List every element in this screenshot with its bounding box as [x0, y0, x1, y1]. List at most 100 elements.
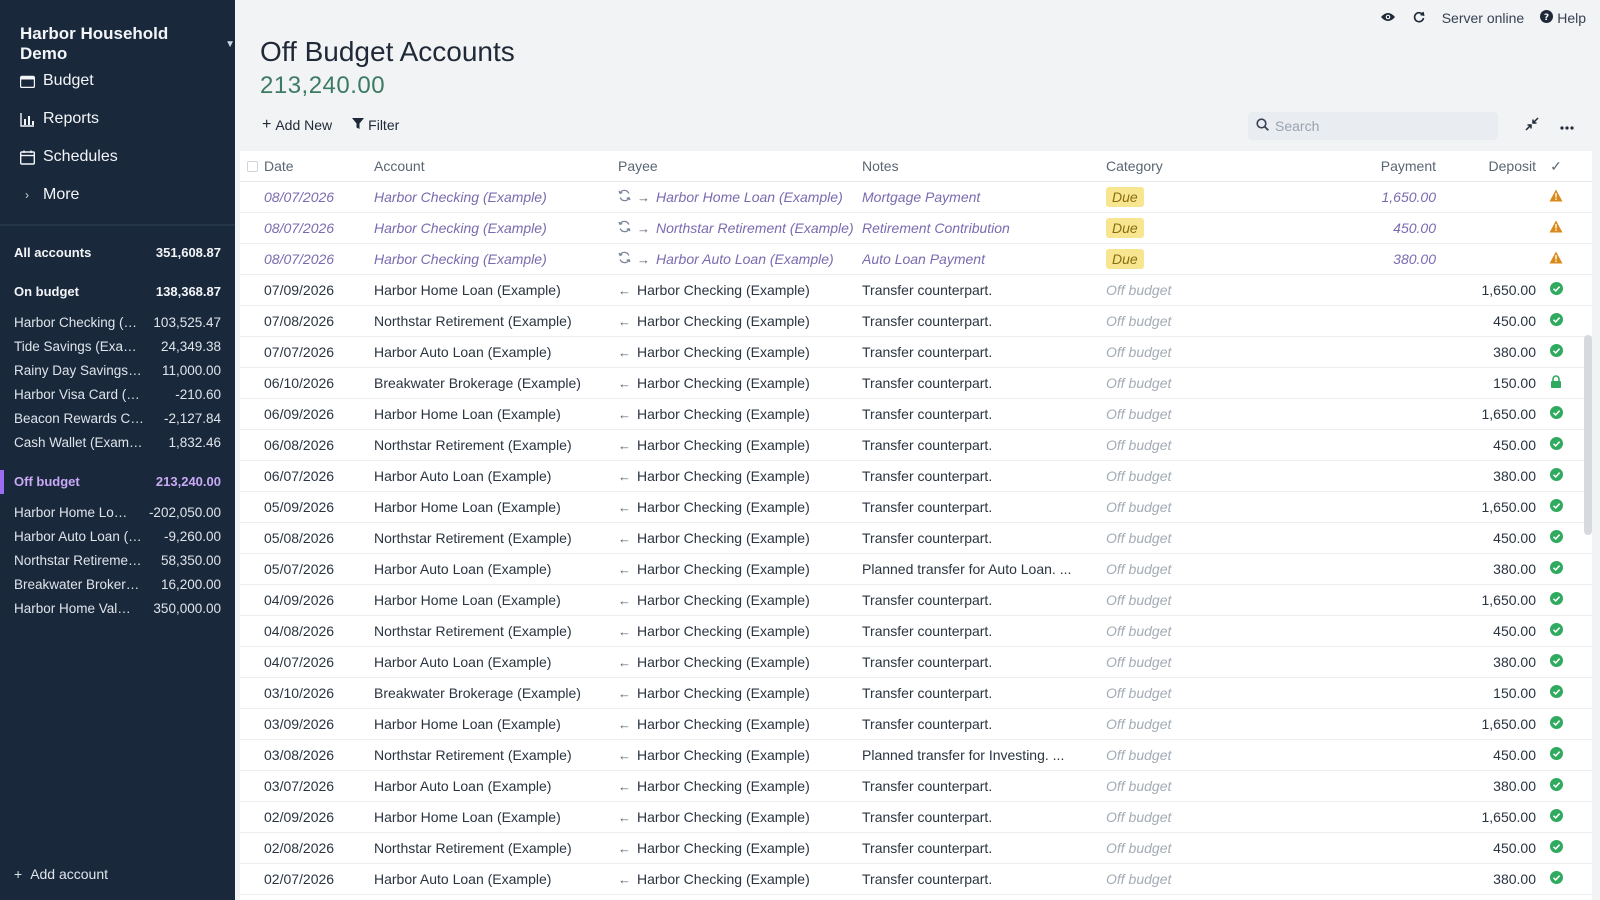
payee-cell[interactable]: ← Harbor Checking (Example) — [618, 561, 862, 577]
table-row[interactable]: 05/09/2026 Harbor Home Loan (Example) ← Har… — [240, 492, 1592, 523]
cleared-cell[interactable] — [1536, 220, 1576, 236]
payee-cell[interactable]: ← Harbor Checking (Example) — [618, 654, 862, 670]
category-cell[interactable]: Off budget — [1106, 344, 1296, 360]
payee-cell[interactable]: ← Harbor Checking (Example) — [618, 437, 862, 453]
deposit-cell[interactable]: 380.00 — [1436, 344, 1536, 360]
account-cell[interactable]: Harbor Home Loan (Example) — [374, 592, 618, 608]
date-cell[interactable]: 06/10/2026 — [264, 375, 374, 391]
date-cell[interactable]: 05/09/2026 — [264, 499, 374, 515]
category-cell[interactable]: Off budget — [1106, 530, 1296, 546]
date-cell[interactable]: 03/08/2026 — [264, 747, 374, 763]
help-button[interactable]: ? Help — [1540, 10, 1586, 26]
payment-cell[interactable]: 380.00 — [1296, 251, 1436, 267]
cleared-cell[interactable] — [1536, 313, 1576, 329]
table-row[interactable]: 05/08/2026 Northstar Retirement (Example)… — [240, 523, 1592, 554]
notes-cell[interactable]: Transfer counterpart. — [862, 313, 1106, 329]
payee-cell[interactable]: → Northstar Retirement (Example) — [618, 220, 862, 236]
cleared-cell[interactable] — [1536, 623, 1576, 639]
table-row[interactable]: 06/10/2026 Breakwater Brokerage (Example)… — [240, 368, 1592, 399]
account-balance-total[interactable]: 213,240.00 — [260, 72, 385, 100]
date-cell[interactable]: 04/09/2026 — [264, 592, 374, 608]
notes-cell[interactable]: Transfer counterpart. — [862, 654, 1106, 670]
cleared-cell[interactable] — [1536, 871, 1576, 887]
date-cell[interactable]: 06/09/2026 — [264, 406, 374, 422]
sidebar-account[interactable]: Harbor Visa Card (Example) -210.60 — [14, 387, 221, 402]
table-row[interactable]: 04/09/2026 Harbor Home Loan (Example) ← Har… — [240, 585, 1592, 616]
date-cell[interactable]: 06/08/2026 — [264, 437, 374, 453]
add-account-button[interactable]: + Add account — [14, 866, 108, 882]
deposit-cell[interactable]: 380.00 — [1436, 778, 1536, 794]
payment-cell[interactable]: 1,650.00 — [1296, 189, 1437, 205]
all-accounts[interactable]: All accounts 351,608.87 — [14, 245, 221, 260]
table-row[interactable]: 02/09/2026 Harbor Home Loan (Example) ← Har… — [240, 802, 1592, 833]
col-payment[interactable]: Payment — [1296, 158, 1436, 174]
cleared-cell[interactable] — [1536, 747, 1576, 763]
cleared-cell[interactable] — [1536, 282, 1576, 298]
account-cell[interactable]: Harbor Checking (Example) — [374, 189, 618, 205]
cleared-cell[interactable] — [1536, 840, 1576, 856]
notes-cell[interactable]: Transfer counterpart. — [862, 344, 1106, 360]
table-row[interactable]: 07/09/2026 Harbor Home Loan (Example) ← Har… — [240, 275, 1592, 306]
cleared-cell[interactable] — [1536, 685, 1576, 701]
category-cell[interactable]: Due — [1106, 218, 1296, 238]
notes-cell[interactable]: Transfer counterpart. — [862, 716, 1106, 732]
collapse-button[interactable] — [1522, 116, 1542, 136]
notes-cell[interactable]: Planned transfer for Investing. ... — [862, 747, 1106, 763]
payee-cell[interactable]: ← Harbor Checking (Example) — [618, 716, 862, 732]
payee-cell[interactable]: ← Harbor Checking (Example) — [618, 468, 862, 484]
account-cell[interactable]: Harbor Auto Loan (Example) — [374, 344, 618, 360]
notes-cell[interactable]: Transfer counterpart. — [862, 437, 1106, 453]
category-cell[interactable]: Off budget — [1106, 561, 1296, 577]
account-cell[interactable]: Harbor Auto Loan (Example) — [374, 778, 618, 794]
nav-budget[interactable]: Budget — [0, 62, 235, 100]
account-cell[interactable]: Harbor Checking (Example) — [374, 220, 618, 236]
notes-cell[interactable]: Planned transfer for Auto Loan. ... — [862, 561, 1106, 577]
cleared-cell[interactable] — [1536, 437, 1576, 453]
account-cell[interactable]: Harbor Auto Loan (Example) — [374, 561, 618, 577]
select-all-checkbox[interactable] — [240, 160, 264, 172]
notes-cell[interactable]: Retirement Contribution — [862, 220, 1106, 236]
server-status[interactable]: Server online — [1442, 10, 1525, 26]
off-budget-group[interactable]: Off budget 213,240.00 — [0, 474, 221, 489]
on-budget-group[interactable]: On budget 138,368.87 — [14, 284, 221, 299]
payee-cell[interactable]: ← Harbor Checking (Example) — [618, 313, 862, 329]
date-cell[interactable]: 02/09/2026 — [264, 809, 374, 825]
table-row[interactable]: 03/10/2026 Breakwater Brokerage (Example)… — [240, 678, 1592, 709]
date-cell[interactable]: 04/08/2026 — [264, 623, 374, 639]
payee-cell[interactable]: ← Harbor Checking (Example) — [618, 375, 862, 391]
payee-cell[interactable]: ← Harbor Checking (Example) — [618, 530, 862, 546]
cleared-cell[interactable] — [1536, 778, 1576, 794]
notes-cell[interactable]: Transfer counterpart. — [862, 623, 1106, 639]
deposit-cell[interactable]: 450.00 — [1436, 313, 1536, 329]
account-cell[interactable]: Harbor Home Loan (Example) — [374, 809, 618, 825]
cleared-cell[interactable] — [1536, 716, 1576, 732]
category-cell[interactable]: Off budget — [1106, 778, 1296, 794]
notes-cell[interactable]: Auto Loan Payment — [862, 251, 1106, 267]
deposit-cell[interactable]: 450.00 — [1436, 530, 1536, 546]
category-cell[interactable]: Off budget — [1106, 654, 1296, 670]
payee-cell[interactable]: ← Harbor Checking (Example) — [618, 840, 862, 856]
col-account[interactable]: Account — [374, 158, 618, 174]
date-cell[interactable]: 06/07/2026 — [264, 468, 374, 484]
date-cell[interactable]: 03/07/2026 — [264, 778, 374, 794]
notes-cell[interactable]: Transfer counterpart. — [862, 530, 1106, 546]
table-row[interactable]: 06/07/2026 Harbor Auto Loan (Example) ← Har… — [240, 461, 1592, 492]
category-cell[interactable]: Off budget — [1106, 313, 1296, 329]
category-cell[interactable]: Off budget — [1106, 685, 1296, 701]
notes-cell[interactable]: Transfer counterpart. — [862, 778, 1106, 794]
category-cell[interactable]: Off budget — [1106, 592, 1296, 608]
notes-cell[interactable]: Transfer counterpart. — [862, 592, 1106, 608]
date-cell[interactable]: 03/09/2026 — [264, 716, 374, 732]
scrollbar[interactable] — [1584, 335, 1592, 535]
cleared-cell[interactable] — [1536, 809, 1576, 825]
payee-cell[interactable]: ← Harbor Checking (Example) — [618, 282, 862, 298]
category-cell[interactable]: Due — [1106, 249, 1296, 269]
cleared-cell[interactable] — [1536, 654, 1576, 670]
account-cell[interactable]: Harbor Home Loan (Example) — [374, 499, 618, 515]
deposit-cell[interactable]: 150.00 — [1436, 375, 1536, 391]
account-cell[interactable]: Breakwater Brokerage (Example) — [374, 375, 618, 391]
payee-cell[interactable]: ← Harbor Checking (Example) — [618, 623, 862, 639]
deposit-cell[interactable]: 150.00 — [1436, 685, 1536, 701]
account-cell[interactable]: Northstar Retirement (Example) — [374, 623, 618, 639]
notes-cell[interactable]: Transfer counterpart. — [862, 468, 1106, 484]
